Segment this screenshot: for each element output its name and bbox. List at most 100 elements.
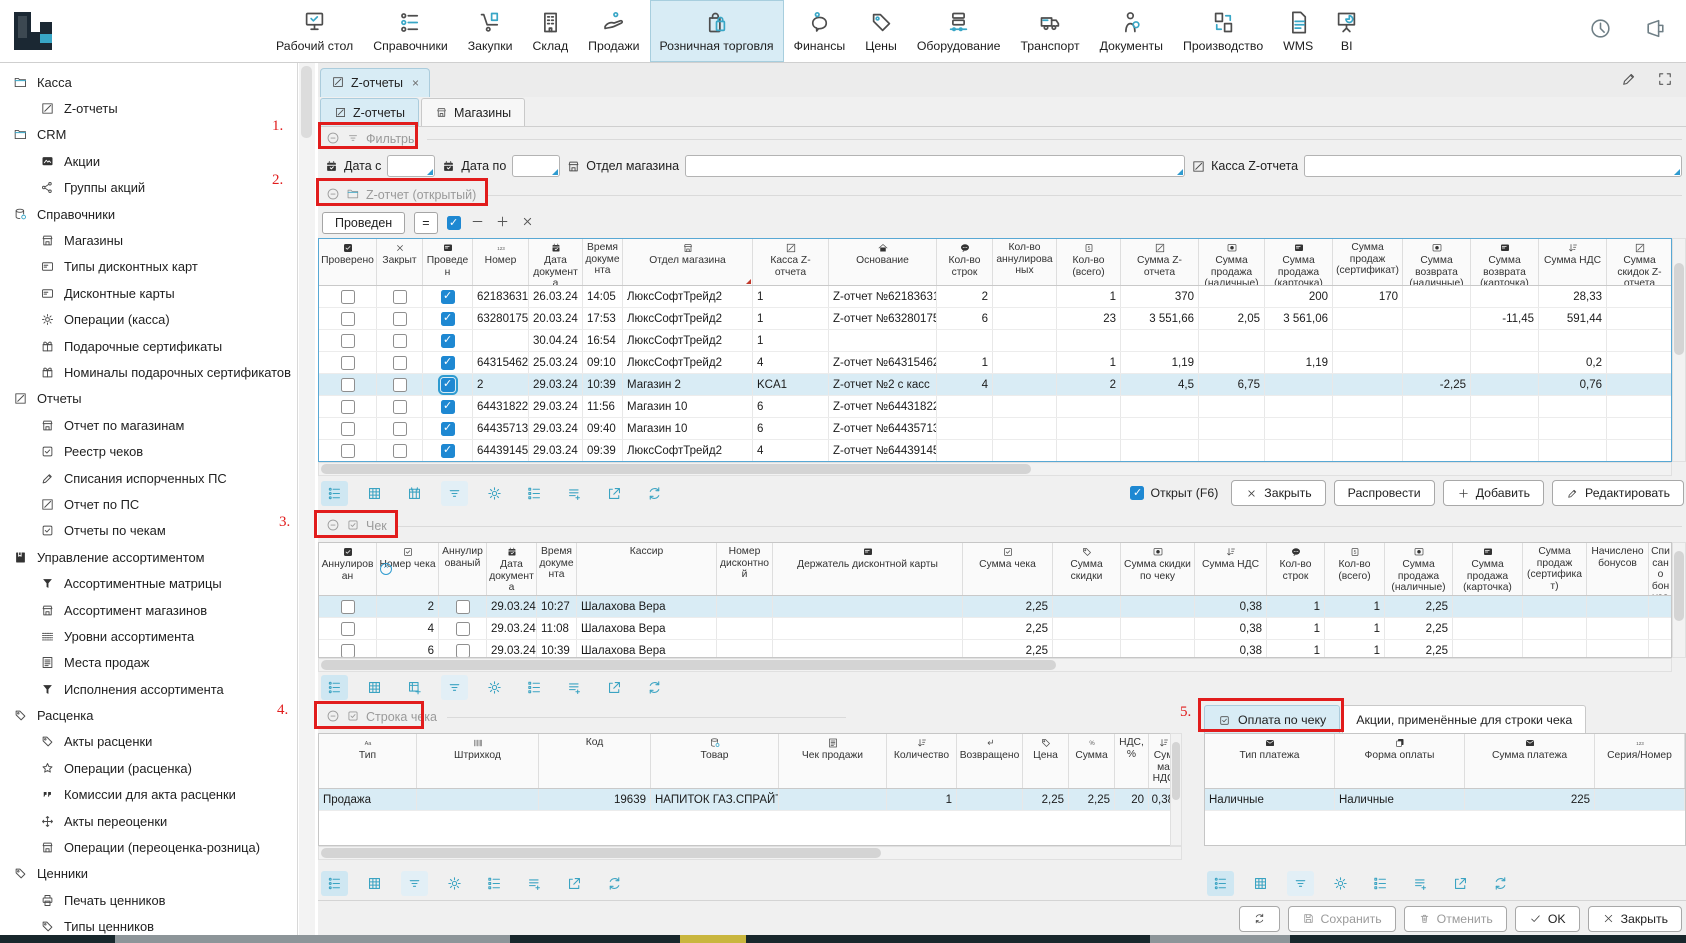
check-cell[interactable]: 2,25 xyxy=(963,618,1053,639)
zreport-cell[interactable]: 1 xyxy=(753,286,829,307)
zreport-toolbar-refresh-button[interactable] xyxy=(641,481,668,506)
zreport-cell[interactable]: 09:39 xyxy=(583,440,623,461)
Распровести-button[interactable]: Распровести xyxy=(1334,480,1435,506)
checkline-col-8[interactable]: %Сумма xyxy=(1069,734,1115,788)
zreport-cell[interactable]: ЛюксСофтТрейд2 xyxy=(623,440,753,461)
Редактировать-button[interactable]: Редактировать xyxy=(1552,480,1684,506)
zreport-cell[interactable] xyxy=(1265,374,1333,395)
zreport-toolbar-filter-button[interactable] xyxy=(441,481,468,506)
zreport-cell[interactable] xyxy=(1199,440,1265,461)
check-cell[interactable]: 6 xyxy=(377,640,439,658)
payment-toolbar-listadd-button[interactable] xyxy=(1407,871,1434,896)
subtab-Z-отчеты[interactable]: Z-отчеты xyxy=(320,98,419,126)
checkline-col-1[interactable]: Штрихкод xyxy=(417,734,539,788)
checkline-cell[interactable]: 19639 xyxy=(539,789,651,810)
Закрыть-button[interactable]: Закрыть xyxy=(1588,906,1682,932)
checkline-cell[interactable]: 2,25 xyxy=(1023,789,1069,810)
zreport-toolbar-gridcal-button[interactable] xyxy=(401,481,428,506)
checkline-toolbar-gear-button[interactable] xyxy=(441,871,468,896)
sidebar-item-Отчеты[interactable]: Отчеты xyxy=(0,386,297,412)
zreport-cell[interactable]: 170 xyxy=(1333,286,1403,307)
zreport-col-15[interactable]: Сумма продаж (сертификат) xyxy=(1333,239,1403,285)
sidebar-item-CRM[interactable]: CRM xyxy=(0,122,297,148)
checkline-toolbar-refresh-button[interactable] xyxy=(601,871,628,896)
zreport-cell[interactable] xyxy=(1471,396,1539,417)
zreport-row-3[interactable]: 6431546225.03.2409:10ЛюксСофтТрейд24Z-от… xyxy=(319,352,1671,374)
zreport-cell[interactable]: 28,33 xyxy=(1539,286,1607,307)
sidebar-item-Дисконтные карты[interactable]: Дисконтные карты xyxy=(0,280,297,306)
zreport-cell[interactable]: 1 xyxy=(753,308,829,329)
row-checkbox[interactable] xyxy=(441,290,455,304)
check-col-14[interactable]: Сумма продажа (наличные) xyxy=(1385,543,1453,595)
check-col-2[interactable]: Аннулированый xyxy=(439,543,487,595)
check-cell[interactable] xyxy=(1649,618,1672,639)
checkline-col-5[interactable]: Количество xyxy=(887,734,957,788)
check-cell[interactable] xyxy=(1649,596,1672,617)
zreport-col-8[interactable]: Основание xyxy=(829,239,937,285)
zreport-cell[interactable] xyxy=(1403,308,1471,329)
menu-item-Транспорт[interactable]: Транспорт xyxy=(1010,0,1089,62)
zreport-cell[interactable] xyxy=(377,308,423,329)
zreport-cell[interactable]: 14:05 xyxy=(583,286,623,307)
row-checkbox[interactable] xyxy=(341,290,355,304)
check-cell[interactable]: 1 xyxy=(1325,640,1385,658)
zreport-cell[interactable] xyxy=(1057,396,1121,417)
check-cell[interactable] xyxy=(1053,640,1121,658)
zreport-col-14[interactable]: Сумма продажа (карточка) xyxy=(1265,239,1333,285)
check-cell[interactable] xyxy=(1053,618,1121,639)
zreport-cell[interactable]: 1 xyxy=(753,330,829,351)
zreport-cell[interactable] xyxy=(1403,418,1471,439)
row-checkbox[interactable] xyxy=(393,356,407,370)
zreport-cell[interactable] xyxy=(423,286,473,307)
zreport-cell[interactable] xyxy=(423,352,473,373)
sidebar-item-Касса[interactable]: Касса xyxy=(0,69,297,95)
menu-item-Склад[interactable]: Склад xyxy=(523,0,579,62)
zreport-cell[interactable]: Магазин 10 xyxy=(623,396,753,417)
zreport-cell[interactable] xyxy=(937,396,993,417)
zreport-cell[interactable] xyxy=(1607,396,1672,417)
zreport-cell[interactable]: 0,76 xyxy=(1539,374,1607,395)
sidebar-item-Расценка[interactable]: Расценка xyxy=(0,702,297,728)
zreport-toolbar-export-button[interactable] xyxy=(601,481,628,506)
row-checkbox[interactable] xyxy=(393,444,407,458)
menu-item-Документы[interactable]: Документы xyxy=(1090,0,1173,62)
sidebar-item-Справочники[interactable]: Справочники xyxy=(0,201,297,227)
menu-item-Розничная торговля[interactable]: Розничная торговля xyxy=(650,0,784,62)
check-cell[interactable]: Шалахова Вера xyxy=(577,596,717,617)
row-checkbox[interactable] xyxy=(456,600,470,614)
sidebar-item-Ассортиментные матрицы[interactable]: Ассортиментные матрицы xyxy=(0,570,297,596)
payment-col-1[interactable]: Форма оплаты xyxy=(1335,734,1465,788)
filter-input-Отдел магазина[interactable] xyxy=(685,155,1185,177)
checkline-toolbar-export-button[interactable] xyxy=(561,871,588,896)
check-cell[interactable]: 1 xyxy=(1325,618,1385,639)
zreport-cell[interactable]: 62183631 xyxy=(473,286,529,307)
check-toolbar-grid-button[interactable] xyxy=(361,675,388,700)
check-cell[interactable] xyxy=(319,618,377,639)
check-cell[interactable]: 1 xyxy=(1267,640,1325,658)
zreport-cell[interactable]: 1 xyxy=(937,352,993,373)
check-vscrollbar[interactable] xyxy=(1672,542,1686,658)
chip-checkbox[interactable] xyxy=(447,216,461,230)
zreport-col-18[interactable]: Сумма НДС xyxy=(1539,239,1607,285)
zreport-cell[interactable]: -2,25 xyxy=(1403,374,1471,395)
row-checkbox[interactable] xyxy=(441,312,455,326)
check-cell[interactable] xyxy=(319,640,377,658)
zreport-cell[interactable]: 2 xyxy=(937,286,993,307)
sidebar-item-Ассортимент магазинов[interactable]: Ассортимент магазинов xyxy=(0,597,297,623)
zreport-cell[interactable]: 2,05 xyxy=(1199,308,1265,329)
row-checkbox[interactable] xyxy=(341,644,355,658)
check-row-1[interactable]: 429.03.2411:08Шалахова Вера2,250,38112,2… xyxy=(319,618,1671,640)
zreport-cell[interactable] xyxy=(1403,352,1471,373)
zreport-cell[interactable] xyxy=(319,308,377,329)
zreport-col-13[interactable]: Сумма продажа (наличные) xyxy=(1199,239,1265,285)
zreport-cell[interactable]: 3 551,66 xyxy=(1121,308,1199,329)
checkline-col-0[interactable]: AaТип xyxy=(319,734,417,788)
zreport-cell[interactable]: KCA1 xyxy=(753,374,829,395)
payment-toolbar-listset-button[interactable] xyxy=(1207,871,1234,896)
zreport-cell[interactable] xyxy=(1539,440,1607,461)
zreport-cell[interactable] xyxy=(993,308,1057,329)
check-cell[interactable] xyxy=(1453,596,1523,617)
checkline-col-3[interactable]: Товар xyxy=(651,734,779,788)
zreport-cell[interactable] xyxy=(319,440,377,461)
zreport-col-16[interactable]: Сумма возврата (наличные) xyxy=(1403,239,1471,285)
